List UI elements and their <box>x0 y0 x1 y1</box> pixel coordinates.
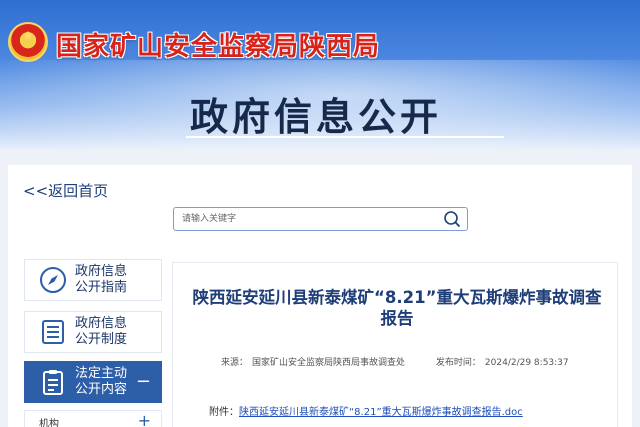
back-home-link[interactable]: <<返回首页 <box>23 180 108 201</box>
sidebar-subitem-institution[interactable]: 机构 + <box>24 410 162 427</box>
attachment-label: 附件： <box>209 407 239 418</box>
attachment-link[interactable]: 陕西延安延川县新泰煤矿“8.21”重大瓦斯爆炸事故调查报告.doc <box>239 407 523 418</box>
article-panel: 陕西延安延川县新泰煤矿“8.21”重大瓦斯爆炸事故调查报告 来源： 国家矿山安全监… <box>172 262 618 427</box>
document-list-icon <box>42 320 64 344</box>
page-title: 政府信息公开 <box>190 95 443 139</box>
date-label: 发布时间： <box>435 358 481 368</box>
source-label: 来源： <box>221 358 249 368</box>
sidebar-item-statutory-content[interactable]: 法定主动 公开内容 − <box>24 361 162 403</box>
date-value: 2024/2/29 8:53:37 <box>484 358 569 368</box>
sidebar-subitem-label: 机构 <box>39 419 59 427</box>
article-meta: 来源： 国家矿山安全监察局陕西局事故调查处 发布时间： 2024/2/29 8:53… <box>221 355 601 368</box>
sidebar-item-label-line2: 公开制度 <box>75 332 128 347</box>
collapse-icon[interactable]: − <box>136 371 151 392</box>
org-name: 国家矿山安全监察局陕西局 <box>56 32 381 62</box>
compass-icon <box>40 267 66 293</box>
sidebar-item-label-line1: 政府信息 <box>75 316 128 331</box>
sidebar-item-disclosure-system[interactable]: 政府信息 公开制度 <box>24 311 162 353</box>
clipboard-icon <box>43 370 63 395</box>
article-title: 陕西延安延川县新泰煤矿“8.21”重大瓦斯爆炸事故调查报告 <box>192 288 602 328</box>
search-icon[interactable] <box>443 210 461 228</box>
expand-icon[interactable]: + <box>138 411 151 427</box>
national-emblem-icon: ★ <box>8 22 48 62</box>
sidebar-item-label-line2: 公开指南 <box>75 280 128 295</box>
attachment-row: 附件：陕西延安延川县新泰煤矿“8.21”重大瓦斯爆炸事故调查报告.doc <box>209 403 609 418</box>
title-underline <box>186 136 504 138</box>
search-box <box>173 207 468 231</box>
sidebar-item-disclosure-guide[interactable]: 政府信息 公开指南 <box>24 259 162 301</box>
source-value: 国家矿山安全监察局陕西局事故调查处 <box>252 358 406 368</box>
sidebar-item-label-line1: 政府信息 <box>75 264 128 279</box>
search-input[interactable] <box>182 211 432 227</box>
